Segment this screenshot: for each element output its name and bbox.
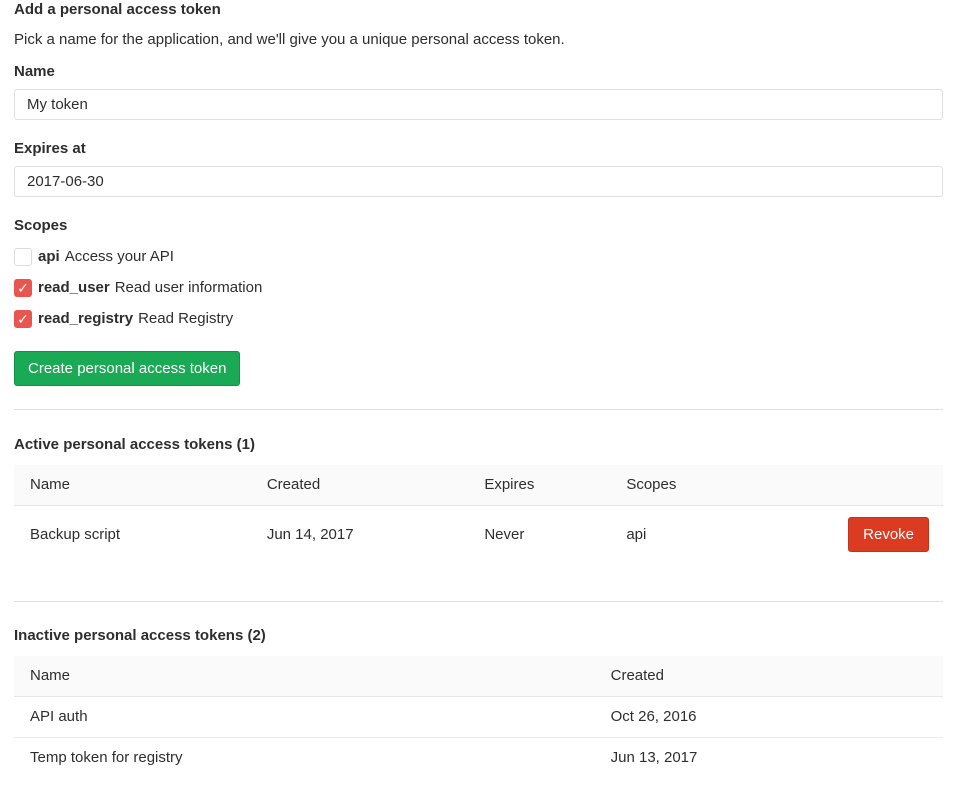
scope-row-api[interactable]: api Access your API	[14, 247, 943, 266]
column-header-actions	[832, 465, 943, 505]
token-name-cell: API auth	[14, 696, 595, 737]
token-scopes-cell: api	[610, 505, 832, 564]
token-expires-cell: Never	[468, 505, 610, 564]
token-created-cell: Jun 14, 2017	[251, 505, 468, 564]
table-row: Temp token for registry Jun 13, 2017	[14, 737, 943, 778]
column-header-scopes: Scopes	[610, 465, 832, 505]
revoke-button[interactable]: Revoke	[848, 517, 929, 552]
add-token-heading: Add a personal access token	[14, 0, 943, 19]
name-label: Name	[14, 63, 943, 81]
add-token-description: Pick a name for the application, and we'…	[14, 31, 943, 49]
token-action-cell: Revoke	[832, 505, 943, 564]
token-name-input[interactable]	[14, 89, 943, 120]
token-name-cell: Temp token for registry	[14, 737, 595, 778]
scope-name: api	[38, 248, 60, 265]
personal-access-tokens-page: Add a personal access token Pick a name …	[0, 0, 959, 778]
read-registry-checkbox[interactable]	[14, 310, 32, 328]
table-row: Backup script Jun 14, 2017 Never api Rev…	[14, 505, 943, 564]
api-checkbox[interactable]	[14, 248, 32, 266]
inactive-tokens-heading: Inactive personal access tokens (2)	[14, 627, 943, 645]
column-header-name: Name	[14, 656, 595, 696]
active-tokens-table: Name Created Expires Scopes Backup scrip…	[14, 465, 943, 564]
column-header-name: Name	[14, 465, 251, 505]
section-divider	[14, 601, 943, 602]
expires-at-input[interactable]	[14, 166, 943, 197]
token-created-cell: Oct 26, 2016	[595, 696, 943, 737]
table-row: API auth Oct 26, 2016	[14, 696, 943, 737]
scope-description: Access your API	[65, 248, 174, 265]
scope-name: read_user	[38, 279, 110, 296]
active-tokens-header-row: Name Created Expires Scopes	[14, 465, 943, 505]
expires-at-label: Expires at	[14, 140, 943, 158]
scope-row-read-user[interactable]: read_user Read user information	[14, 278, 943, 297]
scope-description: Read user information	[115, 279, 263, 296]
inactive-tokens-header-row: Name Created	[14, 656, 943, 696]
section-divider	[14, 409, 943, 410]
scope-name: read_registry	[38, 310, 133, 327]
scopes-label: Scopes	[14, 217, 943, 235]
token-name-cell: Backup script	[14, 505, 251, 564]
column-header-created: Created	[251, 465, 468, 505]
inactive-tokens-table: Name Created API auth Oct 26, 2016 Temp …	[14, 656, 943, 778]
column-header-created: Created	[595, 656, 943, 696]
create-token-button[interactable]: Create personal access token	[14, 351, 240, 386]
column-header-expires: Expires	[468, 465, 610, 505]
scope-description: Read Registry	[138, 310, 233, 327]
read-user-checkbox[interactable]	[14, 279, 32, 297]
active-tokens-heading: Active personal access tokens (1)	[14, 436, 943, 454]
token-created-cell: Jun 13, 2017	[595, 737, 943, 778]
scope-row-read-registry[interactable]: read_registry Read Registry	[14, 309, 943, 328]
